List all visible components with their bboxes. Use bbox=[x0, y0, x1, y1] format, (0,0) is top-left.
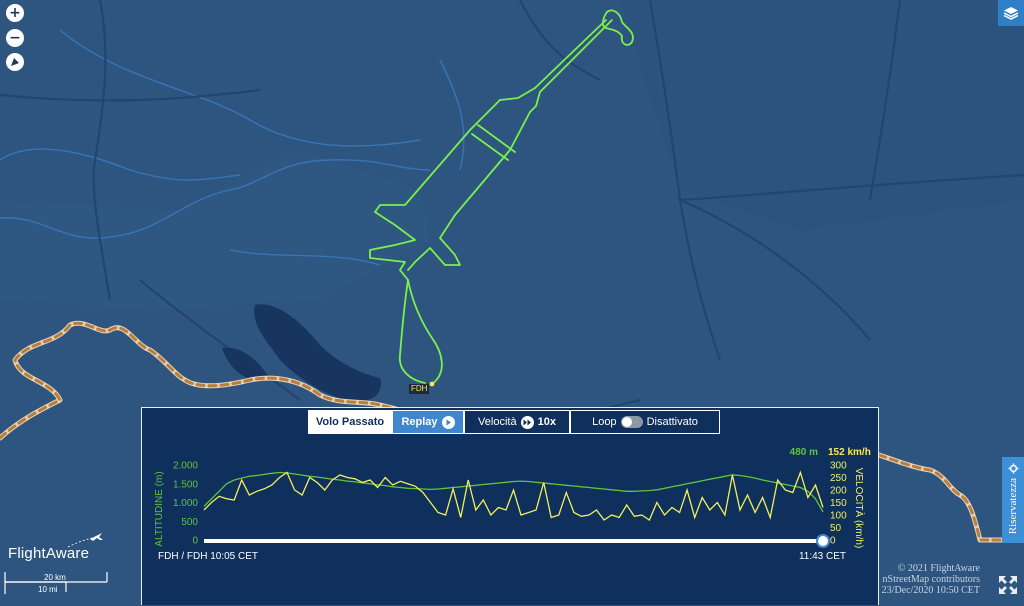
replay-label: Replay bbox=[401, 416, 438, 428]
play-icon bbox=[441, 415, 455, 429]
tab-past-flight[interactable]: Volo Passato bbox=[308, 410, 392, 434]
right-tick-label: 100 bbox=[830, 511, 847, 522]
loop-label: Loop bbox=[592, 416, 617, 428]
scale-bar: 20 km 10 mi bbox=[4, 570, 108, 600]
left-tick-label: 1.500 bbox=[173, 479, 198, 490]
left-tick-label: 2.000 bbox=[173, 461, 198, 472]
start-label: FDH / FDH 10:05 CET bbox=[158, 551, 258, 562]
right-tick-label: 50 bbox=[830, 523, 842, 534]
gear-icon bbox=[1007, 463, 1019, 474]
altitude-speed-chart: ALTITUDINE (m) VELOCITÀ (km/h) 2.000 1.50… bbox=[154, 447, 871, 562]
left-tick-label: 0 bbox=[192, 536, 198, 547]
left-axis-ticks: 2.000 1.500 1.000 500 0 bbox=[173, 461, 198, 547]
layers-button[interactable] bbox=[998, 0, 1024, 26]
current-altitude: 480 m bbox=[790, 447, 818, 458]
compass-icon bbox=[11, 58, 19, 66]
fast-forward-icon bbox=[520, 415, 534, 429]
end-label: 11:43 CET bbox=[799, 551, 846, 562]
scale-km-label: 20 km bbox=[44, 573, 66, 582]
attribution: © 2021 FlightAware nStreetMap contributo… bbox=[874, 563, 980, 596]
speed-value: 10x bbox=[537, 416, 556, 428]
replay-button[interactable]: Replay bbox=[392, 410, 464, 434]
flight-profile-panel: Volo Passato Replay Velocità 10x Loop Di… bbox=[141, 407, 879, 605]
fullscreen-button[interactable] bbox=[998, 575, 1018, 595]
speed-button[interactable]: Velocità 10x bbox=[464, 410, 570, 434]
airport-marker bbox=[429, 381, 435, 387]
zoom-in-button[interactable]: + bbox=[6, 4, 24, 22]
right-tick-label: 0 bbox=[830, 536, 836, 547]
loop-switch[interactable] bbox=[620, 416, 643, 428]
tab-past-flight-label: Volo Passato bbox=[315, 416, 385, 428]
right-axis-title: VELOCITÀ (km/h) bbox=[853, 468, 866, 549]
attribution-osm: nStreetMap contributors bbox=[882, 574, 980, 585]
loop-state: Disattivato bbox=[646, 416, 698, 428]
zoom-out-button[interactable]: − bbox=[6, 29, 24, 47]
expand-icon bbox=[999, 576, 1017, 594]
speed-line bbox=[203, 470, 824, 521]
current-speed: 152 km/h bbox=[828, 447, 871, 458]
right-tick-label: 250 bbox=[830, 473, 847, 484]
attribution-copyright: © 2021 FlightAware bbox=[897, 563, 980, 574]
scale-mi-label: 10 mi bbox=[38, 585, 58, 594]
timeline-track[interactable] bbox=[204, 539, 823, 543]
plane-icon bbox=[67, 533, 103, 548]
right-tick-label: 300 bbox=[830, 461, 847, 472]
privacy-label: Riservatezza bbox=[1007, 478, 1019, 535]
flightaware-logo: FlightAware bbox=[8, 533, 103, 562]
left-tick-label: 500 bbox=[181, 517, 198, 528]
right-axis-ticks: 300250 200150 10050 0 bbox=[830, 461, 847, 547]
left-tick-label: 1.000 bbox=[173, 498, 198, 509]
loop-toggle[interactable]: Loop Disattivato bbox=[570, 410, 720, 434]
right-tick-label: 150 bbox=[830, 498, 847, 509]
layers-icon bbox=[1003, 7, 1019, 20]
reset-north-button[interactable] bbox=[6, 53, 24, 71]
right-tick-label: 200 bbox=[830, 486, 847, 497]
speed-label: Velocità bbox=[478, 416, 517, 428]
left-axis-title: ALTITUDINE (m) bbox=[154, 471, 165, 546]
timeline-handle[interactable] bbox=[816, 534, 830, 548]
airport-label: FDH bbox=[409, 384, 430, 394]
privacy-button[interactable]: Riservatezza bbox=[1002, 457, 1024, 543]
panel-tabs: Volo Passato Replay Velocità 10x Loop Di… bbox=[308, 410, 720, 434]
attribution-timestamp: 23/Dec/2020 10:50 CET bbox=[881, 585, 980, 596]
